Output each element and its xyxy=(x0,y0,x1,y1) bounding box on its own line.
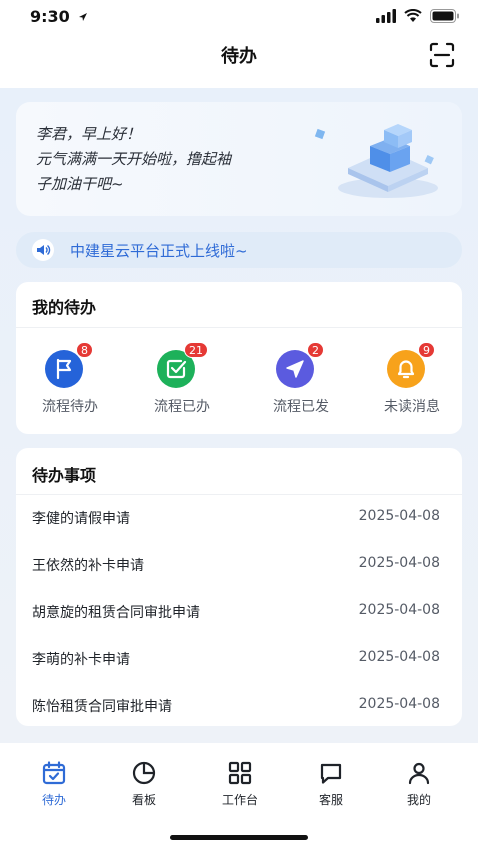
list-item[interactable]: 陈怡租赁合同审批申请 2025-04-08 xyxy=(32,682,440,728)
notice-icon-wrap xyxy=(32,239,54,261)
tab-bar: 待办 看板 工作台 客服 我的 xyxy=(0,743,478,850)
tab-label: 工作台 xyxy=(221,793,258,807)
welcome-illustration xyxy=(314,124,438,198)
wifi-icon xyxy=(404,9,422,22)
list-item[interactable]: 胡意旋的租赁合同审批申请 2025-04-08 xyxy=(32,588,440,634)
list-item-title: 李健的请假申请 xyxy=(32,511,130,527)
pending-title: 待办事项 xyxy=(32,466,97,485)
quick-item-icon-bg xyxy=(45,350,83,388)
bell-icon xyxy=(397,360,415,379)
notice-bar[interactable]: 中建星云平台正式上线啦~ xyxy=(16,232,462,268)
status-bar: 9:30 xyxy=(0,0,478,34)
pending-list-card: 待办事项 李健的请假申请 2025-04-08 王依然的补卡申请 2025-04… xyxy=(16,448,462,726)
calendar-icon xyxy=(42,761,66,785)
list-item-title: 李萌的补卡申请 xyxy=(32,652,130,668)
tab-label: 看板 xyxy=(131,793,156,807)
quick-item-process-todo[interactable]: 8 流程待办 xyxy=(20,342,120,420)
list-item-date: 2025-04-08 xyxy=(358,696,440,712)
welcome-greeting: 李君，早上好！ 元气满满一天开始啦，撸起袖 子加油干吧~ xyxy=(36,122,326,197)
list-item[interactable]: 王依然的补卡申请 2025-04-08 xyxy=(32,541,440,587)
tab-dashboard[interactable]: 看板 xyxy=(104,759,184,809)
quick-item-label: 流程待办 xyxy=(42,399,98,415)
divider xyxy=(16,327,462,328)
nav-bar: 待办 xyxy=(0,34,478,88)
welcome-card: 李君，早上好！ 元气满满一天开始啦，撸起袖 子加油干吧~ xyxy=(16,102,462,216)
quick-item-icon-bg xyxy=(387,350,425,388)
tab-label: 客服 xyxy=(318,793,343,807)
list-item-title: 陈怡租赁合同审批申请 xyxy=(32,699,172,715)
list-item-title: 王依然的补卡申请 xyxy=(32,558,144,574)
tab-label: 待办 xyxy=(41,793,66,807)
quick-item-unread-messages[interactable]: 9 未读消息 xyxy=(362,342,462,420)
tab-workbench[interactable]: 工作台 xyxy=(200,759,280,809)
tab-todo[interactable]: 待办 xyxy=(14,759,94,809)
list-item-date: 2025-04-08 xyxy=(358,555,440,571)
notice-text: 中建星云平台正式上线啦~ xyxy=(70,242,248,260)
quick-item-label: 流程已办 xyxy=(154,399,210,415)
badge-count: 8 xyxy=(76,342,93,358)
pie-chart-icon xyxy=(132,761,156,785)
quick-item-label: 未读消息 xyxy=(384,399,440,415)
list-item-date: 2025-04-08 xyxy=(358,602,440,618)
badge-count: 9 xyxy=(418,342,435,358)
location-arrow-icon xyxy=(79,13,87,21)
tab-profile[interactable]: 我的 xyxy=(379,759,459,809)
list-item[interactable]: 李健的请假申请 2025-04-08 xyxy=(32,494,440,540)
quick-item-process-done[interactable]: 21 流程已办 xyxy=(132,342,232,420)
list-item-title: 胡意旋的租赁合同审批申请 xyxy=(32,605,200,621)
speaker-icon xyxy=(37,244,51,256)
page-title: 待办 xyxy=(221,46,257,67)
quick-item-process-sent[interactable]: 2 流程已发 xyxy=(251,342,351,420)
home-indicator xyxy=(170,835,308,840)
tab-customer-service[interactable]: 客服 xyxy=(291,759,371,809)
quick-item-label: 流程已发 xyxy=(273,399,329,415)
my-todo-card: 我的待办 8 流程待办 21 流程已办 2 流程已发 9 未读消息 xyxy=(16,282,462,434)
list-item-date: 2025-04-08 xyxy=(358,649,440,665)
status-time: 9:30 xyxy=(30,7,70,26)
user-icon xyxy=(408,762,430,785)
scan-icon[interactable] xyxy=(428,41,456,69)
list-item[interactable]: 李萌的补卡申请 2025-04-08 xyxy=(32,635,440,681)
quick-item-icon-bg xyxy=(276,350,314,388)
grid-icon xyxy=(228,761,252,785)
my-todo-title: 我的待办 xyxy=(32,298,97,317)
tab-label: 我的 xyxy=(406,793,431,807)
welcome-line-3: 子加油干吧~ xyxy=(36,175,124,193)
battery-icon xyxy=(430,9,459,23)
list-item-date: 2025-04-08 xyxy=(358,508,440,524)
status-icons xyxy=(376,9,460,23)
signal-icon xyxy=(376,9,396,23)
chat-icon xyxy=(320,763,342,784)
welcome-line-2: 元气满满一天开始啦，撸起袖 xyxy=(36,150,232,168)
send-icon xyxy=(286,360,304,378)
main-content: 李君，早上好！ 元气满满一天开始啦，撸起袖 子加油干吧~ 中建星云平台正式上线啦… xyxy=(0,88,478,743)
flag-icon xyxy=(56,358,72,380)
badge-count: 21 xyxy=(184,342,208,358)
welcome-line-1: 李君，早上好！ xyxy=(36,125,142,143)
badge-count: 2 xyxy=(307,342,324,358)
